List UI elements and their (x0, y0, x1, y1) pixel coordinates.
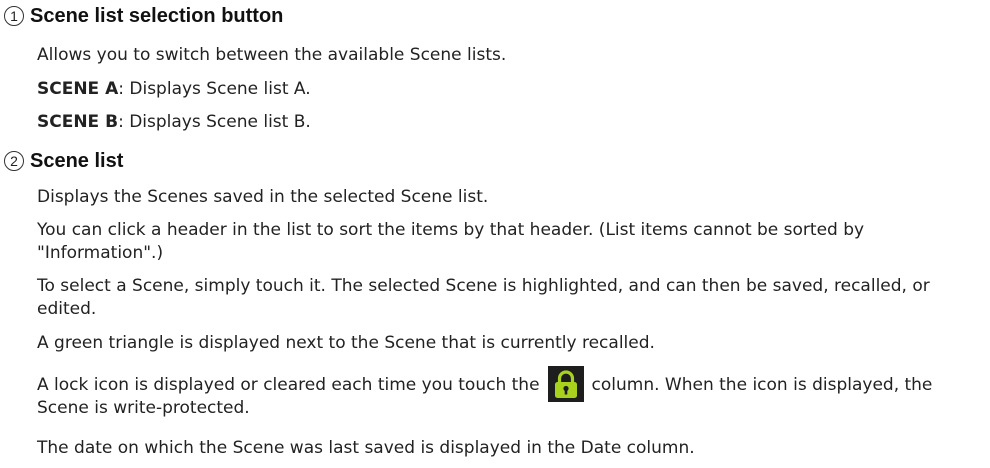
scene-b-item: SCENE B: Displays Scene list B. (37, 111, 977, 134)
section-2-header: 2 Scene list (4, 146, 123, 176)
section-1-description: Allows you to switch between the availab… (37, 45, 507, 65)
section-2-paragraph-4: A green triangle is displayed next to th… (37, 333, 655, 353)
scene-a-item: SCENE A: Displays Scene list A. (37, 78, 977, 101)
section-number-1: 1 (4, 6, 24, 26)
section-2-lock-paragraph: A lock icon is displayed or cleared each… (37, 366, 977, 420)
section-2-paragraph-1: Displays the Scenes saved in the selecte… (37, 187, 489, 207)
section-2-last-paragraph: The date on which the Scene was last sav… (37, 438, 695, 458)
section-1-header: 1 Scene list selection button (4, 1, 283, 31)
section-title-2: Scene list (30, 149, 124, 172)
section-title-1: Scene list selection button (30, 4, 284, 27)
scene-a-text: Displays Scene list A. (123, 79, 311, 99)
lock-icon (547, 366, 584, 402)
lock-text-before: A lock icon is displayed or cleared each… (37, 375, 540, 395)
scene-b-text: Displays Scene list B. (123, 112, 311, 132)
section-2-paragraph-3: To select a Scene, simply touch it. The … (37, 276, 930, 319)
scene-a-term: SCENE A (37, 79, 119, 99)
section-2-paragraph-2: You can click a header in the list to so… (37, 220, 865, 263)
scene-b-term: SCENE B (37, 112, 119, 132)
section-number-2: 2 (4, 151, 24, 171)
